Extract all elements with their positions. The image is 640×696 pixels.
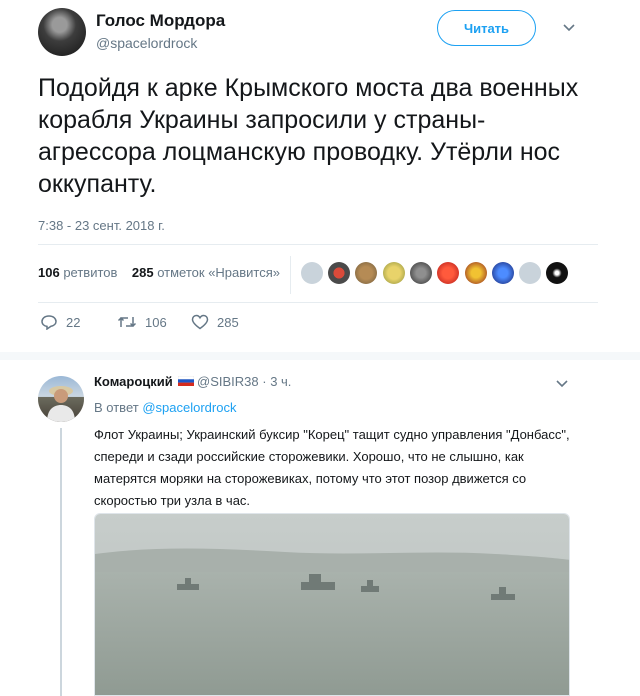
tweet-stats: 106 ретвитов 285 отметок «Нравится» — [38, 265, 280, 280]
liker-avatar[interactable] — [492, 262, 514, 284]
liker-avatar[interactable] — [301, 262, 323, 284]
reply-text: Флот Украины; Украинский буксир "Корец" … — [94, 427, 570, 508]
liker-avatar[interactable] — [328, 262, 350, 284]
retweet-action[interactable]: 106 — [117, 314, 167, 330]
liker-avatar[interactable] — [355, 262, 377, 284]
reply-author-meta: @SIBIR38 · 3 ч. — [197, 374, 291, 389]
liker-avatar[interactable] — [410, 262, 432, 284]
author-avatar[interactable] — [38, 8, 86, 56]
reply-author-name[interactable]: Комароцкий — [94, 374, 173, 389]
retweet-count[interactable]: 106 — [38, 265, 60, 280]
reply-action[interactable]: 22 — [40, 314, 80, 330]
retweet-icon — [117, 316, 137, 328]
tweet-text: Подойдя к арке Крымского моста два военн… — [38, 74, 579, 198]
russia-flag-icon — [178, 376, 194, 386]
attached-photo[interactable] — [94, 513, 570, 696]
liker-avatar[interactable] — [546, 262, 568, 284]
retweet-action-count: 106 — [145, 314, 167, 330]
reply-count: 22 — [66, 314, 81, 330]
liker-avatar[interactable] — [519, 262, 541, 284]
person-photo — [47, 386, 75, 422]
author-handle[interactable]: @spacelordrock — [96, 35, 197, 51]
reply-author-avatar[interactable] — [38, 376, 84, 422]
follow-button[interactable]: Читать — [437, 10, 536, 46]
reply-icon — [41, 315, 57, 330]
divider — [38, 244, 598, 245]
retweet-label[interactable]: ретвитов — [63, 265, 117, 280]
liker-avatar[interactable] — [465, 262, 487, 284]
like-action[interactable]: 285 — [191, 314, 239, 330]
reply-author-handle[interactable]: @SIBIR38 — [197, 374, 259, 389]
chevron-down-icon[interactable] — [563, 22, 575, 34]
section-divider — [0, 352, 640, 360]
liker-avatar[interactable] — [437, 262, 459, 284]
thread-line — [60, 428, 62, 696]
like-count[interactable]: 285 — [132, 265, 154, 280]
stats-separator — [290, 256, 291, 294]
like-action-count: 285 — [217, 314, 239, 330]
in-reply-to: В ответ @spacelordrock — [94, 400, 236, 415]
sea-ships-image — [95, 514, 569, 695]
reply-time[interactable]: · 3 ч. — [262, 374, 291, 389]
in-reply-prefix: В ответ — [94, 400, 139, 415]
heart-icon — [191, 314, 209, 330]
divider — [38, 302, 598, 303]
tweet-timestamp[interactable]: 7:38 - 23 сент. 2018 г. — [38, 218, 165, 233]
liker-avatar[interactable] — [383, 262, 405, 284]
like-label[interactable]: отметок «Нравится» — [157, 265, 280, 280]
in-reply-handle[interactable]: @spacelordrock — [142, 400, 236, 415]
author-name[interactable]: Голос Мордора — [96, 11, 225, 31]
chevron-down-icon[interactable] — [556, 378, 568, 390]
